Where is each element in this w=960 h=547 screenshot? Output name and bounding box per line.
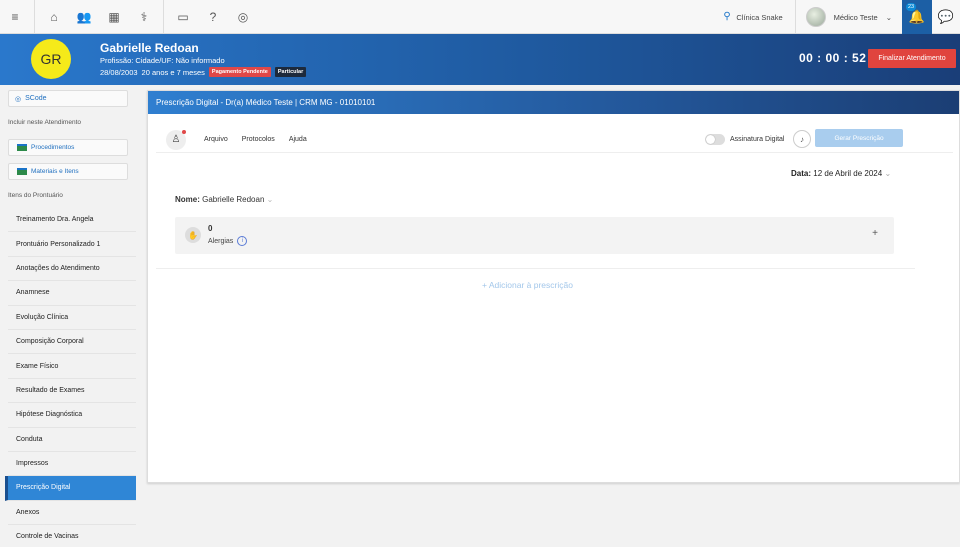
add-to-prescription-button[interactable]: + Adicionar à prescrição bbox=[482, 280, 573, 290]
patient-name: Gabrielle Redoan bbox=[100, 41, 199, 55]
help-icon[interactable]: ? bbox=[198, 0, 228, 34]
allergy-label-row: Alergias i bbox=[208, 236, 248, 246]
hand-icon: ✋ bbox=[185, 227, 201, 243]
plan-type-badge: Particular bbox=[274, 67, 307, 77]
sidebar-item-composicao[interactable]: Composição Corporal bbox=[8, 330, 136, 355]
menu-protocolos[interactable]: Protocolos bbox=[242, 136, 275, 143]
sidebar-item-hipotese[interactable]: Hipótese Diagnóstica bbox=[8, 403, 136, 428]
users-icon[interactable]: 👥 bbox=[69, 0, 99, 34]
chevron-down-icon: ⌄ bbox=[885, 12, 892, 22]
divider bbox=[156, 268, 915, 269]
allergy-label: Alergias bbox=[208, 237, 234, 245]
notification-count: 23 bbox=[906, 3, 917, 11]
payment-status-badge: Pagamento Pendente bbox=[208, 67, 271, 77]
divider bbox=[163, 0, 164, 34]
patient-birth: 28/08/2003 bbox=[100, 67, 138, 77]
sidebar-item-prescricao[interactable]: Prescrição Digital bbox=[5, 476, 136, 501]
alert-dot bbox=[182, 129, 186, 134]
materiais-button[interactable]: Materiais e Itens bbox=[8, 163, 128, 180]
sidebar-item-prontuario-personalizado[interactable]: Prontuário Personalizado 1 bbox=[8, 232, 136, 257]
procedures-icon bbox=[17, 144, 27, 151]
prescription-panel: Prescrição Digital - Dr(a) Médico Teste … bbox=[147, 90, 960, 483]
materiais-label: Materiais e Itens bbox=[31, 168, 79, 175]
digital-signature-label: Assinatura Digital bbox=[730, 136, 785, 143]
record-caption: Itens do Prontuário bbox=[8, 192, 63, 199]
menu-ajuda[interactable]: Ajuda bbox=[289, 136, 307, 143]
sidebar-item-anotacoes[interactable]: Anotações do Atendimento bbox=[8, 257, 136, 282]
allergies-card: ✋ 0 Alergias i + bbox=[175, 217, 894, 254]
chevron-down-icon: ⌄ bbox=[266, 195, 274, 204]
menu-arquivo[interactable]: Arquivo bbox=[204, 136, 228, 143]
name-field[interactable]: Nome: Gabrielle Redoan ⌄ bbox=[175, 195, 273, 204]
date-value: 12 de Abril de 2024 bbox=[813, 169, 883, 178]
finish-appointment-button[interactable]: Finalizar Atendimento bbox=[868, 49, 956, 68]
add-allergy-button[interactable]: + bbox=[872, 228, 878, 239]
sidebar-item-conduta[interactable]: Conduta bbox=[8, 428, 136, 452]
session-timer: 00 : 00 : 52 bbox=[799, 51, 867, 65]
date-label: Data: bbox=[791, 169, 812, 178]
include-caption: Incluir neste Atendimento bbox=[8, 119, 81, 126]
sidebar-item-resultado-exames[interactable]: Resultado de Exames bbox=[8, 379, 136, 404]
calendar-icon[interactable]: ▦ bbox=[99, 0, 129, 34]
patient-icon[interactable]: ♙ bbox=[166, 129, 186, 150]
chevron-down-icon: ⌄ bbox=[884, 169, 892, 178]
digital-signature-toggle[interactable] bbox=[705, 134, 725, 145]
record-nav: Treinamento Dra. Angela Prontuário Perso… bbox=[0, 208, 136, 547]
top-bar-right: ⚲ Clínica Snake Médico Teste ⌄ 23 🔔 💬 bbox=[711, 0, 960, 34]
patient-avatar: GR bbox=[31, 39, 71, 79]
user-name: Médico Teste bbox=[833, 12, 878, 22]
sidebar-item-anexos[interactable]: Anexos bbox=[8, 501, 136, 526]
patient-info-line: 28/08/2003 20 anos e 7 meses Pagamento P… bbox=[100, 67, 307, 77]
person-icon: ♙ bbox=[171, 134, 181, 145]
clinic-selector[interactable]: ⚲ Clínica Snake bbox=[711, 0, 796, 34]
bell-icon[interactable]: ♪ bbox=[793, 130, 811, 148]
patient-profession: Profissão: Cidade/UF: Não informado bbox=[100, 56, 225, 65]
patient-age: 20 anos e 7 meses bbox=[141, 67, 205, 77]
procedimentos-label: Procedimentos bbox=[31, 144, 75, 151]
top-bar: ≡ ⌂ 👥 ▦ ⚕ ▭ ? ◎ ⚲ Clínica Snake Médico T… bbox=[0, 0, 960, 34]
divider bbox=[34, 0, 35, 34]
avatar bbox=[805, 7, 826, 27]
sidebar-item-anamnese[interactable]: Anamnese bbox=[8, 281, 136, 306]
sidebar-item-evolucao[interactable]: Evolução Clínica bbox=[8, 306, 136, 330]
sidebar-item-exame-fisico[interactable]: Exame Físico bbox=[8, 354, 136, 379]
date-field[interactable]: Data: 12 de Abril de 2024 ⌄ bbox=[791, 169, 891, 178]
materials-icon bbox=[17, 168, 27, 175]
nome-label: Nome: bbox=[175, 195, 200, 204]
menu-icon[interactable]: ≡ bbox=[0, 0, 30, 34]
scode-icon[interactable]: ◎ bbox=[228, 0, 258, 34]
sidebar-item-vacinas[interactable]: Controle de Vacinas bbox=[8, 525, 136, 547]
location-pin-icon: ⚲ bbox=[723, 11, 731, 22]
id-card-icon[interactable]: ▭ bbox=[168, 0, 198, 34]
chat-icon[interactable]: 💬 bbox=[932, 0, 960, 34]
scode-button[interactable]: ◎ SCode bbox=[8, 90, 128, 107]
notifications-button[interactable]: 23 🔔 bbox=[902, 0, 932, 34]
nome-value: Gabrielle Redoan bbox=[202, 195, 265, 204]
procedimentos-button[interactable]: Procedimentos bbox=[8, 139, 128, 156]
sidebar-item-impressos[interactable]: Impressos bbox=[8, 452, 136, 477]
clinic-name: Clínica Snake bbox=[736, 12, 783, 22]
home-icon[interactable]: ⌂ bbox=[39, 0, 69, 34]
panel-title: Prescrição Digital - Dr(a) Médico Teste … bbox=[148, 91, 959, 114]
scode-label: SCode bbox=[25, 95, 47, 102]
patient-header: GR Gabrielle Redoan Profissão: Cidade/UF… bbox=[0, 34, 960, 85]
stethoscope-icon[interactable]: ⚕ bbox=[129, 0, 159, 34]
scode-icon: ◎ bbox=[15, 95, 22, 103]
user-menu[interactable]: Médico Teste ⌄ bbox=[796, 0, 902, 34]
generate-prescription-button[interactable]: Gerar Prescrição bbox=[815, 129, 903, 147]
sidebar: ◎ SCode Incluir neste Atendimento Proced… bbox=[0, 85, 136, 547]
sidebar-item-treinamento[interactable]: Treinamento Dra. Angela bbox=[8, 208, 136, 233]
bell-icon: 🔔 bbox=[908, 9, 926, 24]
prescription-toolbar: ♙ Arquivo Protocolos Ajuda Assinatura Di… bbox=[156, 127, 953, 153]
allergy-count: 0 bbox=[208, 224, 213, 233]
info-icon[interactable]: i bbox=[237, 236, 248, 246]
